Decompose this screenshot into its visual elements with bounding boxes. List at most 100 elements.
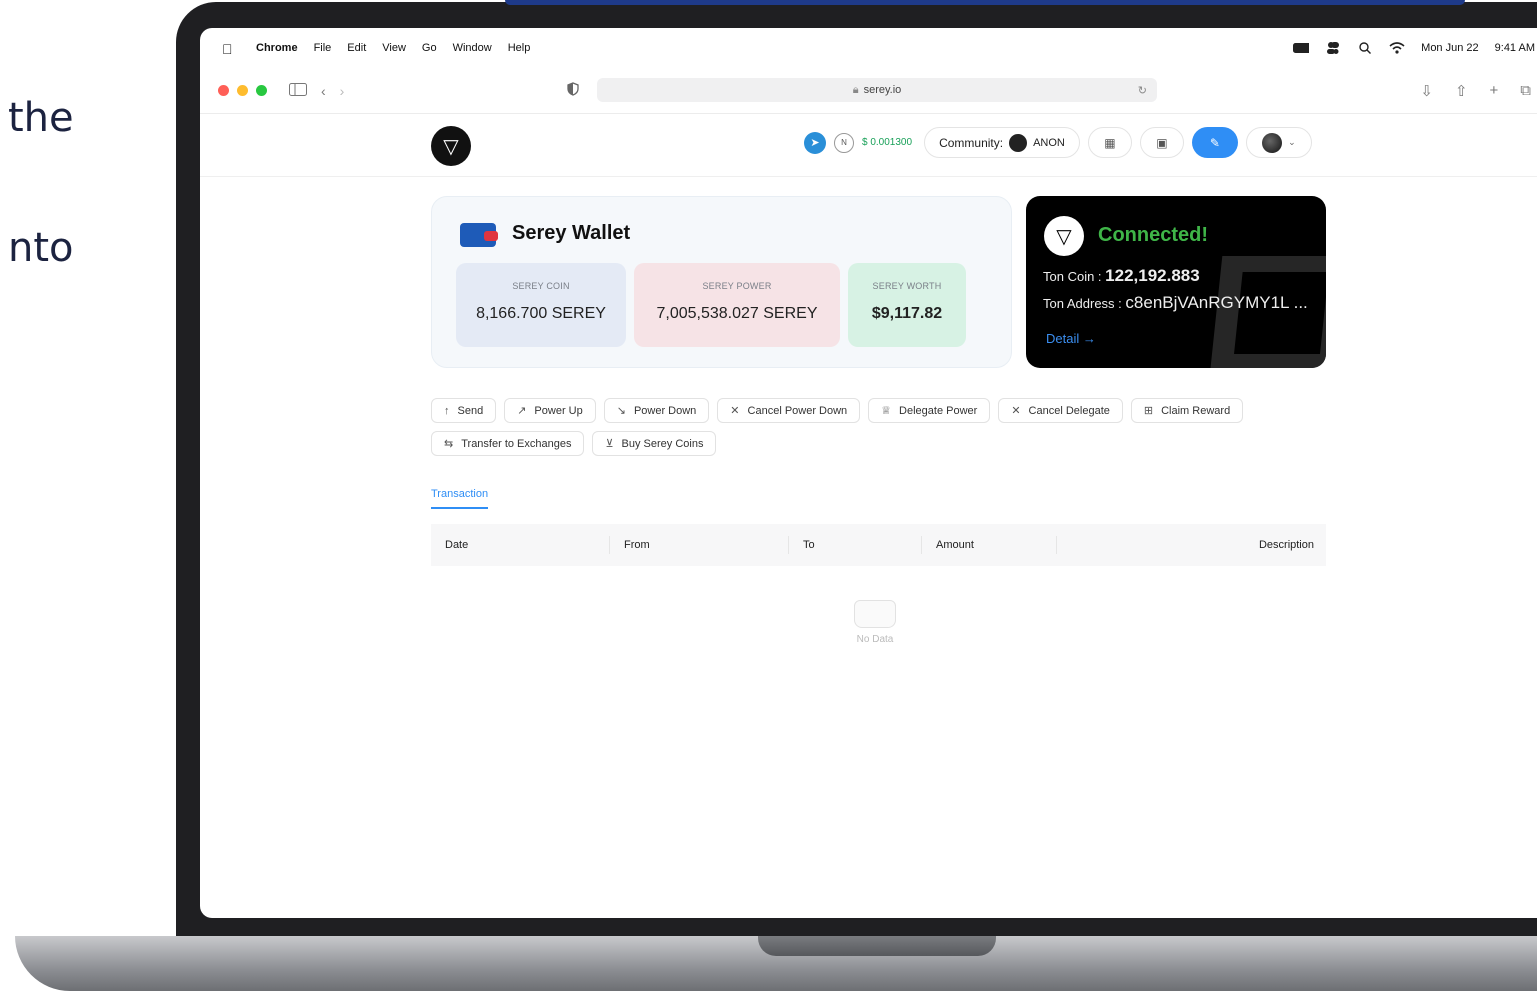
tabs-overview-icon[interactable]: ⧉: [1520, 82, 1531, 100]
menu-view[interactable]: View: [382, 42, 406, 54]
community-value: ANON: [1033, 136, 1065, 149]
window-close-button[interactable]: [218, 85, 229, 96]
cancel-power-down-button[interactable]: ✕ Cancel Power Down: [717, 398, 861, 423]
gift-icon: ⊞: [1143, 405, 1154, 417]
menu-window[interactable]: Window: [453, 42, 492, 54]
wallet-button[interactable]: ▣: [1139, 127, 1184, 158]
serey-coin-icon: N: [834, 132, 854, 153]
cart-icon: ⊻: [605, 438, 614, 450]
battery-icon[interactable]: [1293, 42, 1310, 54]
community-selector[interactable]: Community: ANON: [924, 127, 1080, 158]
detail-label: Detail: [1046, 331, 1080, 346]
stat-label: SEREY POWER: [702, 281, 772, 291]
close-icon: ✕: [1011, 405, 1021, 417]
address-bar[interactable]: 🔒︎ serey.io ↻: [597, 78, 1157, 102]
side-text-line2: nto: [8, 225, 74, 271]
trend-down-icon: ↘: [616, 405, 626, 417]
ton-logo-icon: ▽: [1044, 216, 1084, 256]
window-minimize-button[interactable]: [237, 85, 248, 96]
wifi-icon[interactable]: [1389, 42, 1405, 54]
buy-serey-coins-button[interactable]: ⊻ Buy Serey Coins: [592, 431, 717, 456]
download-icon[interactable]: ⇩: [1420, 82, 1433, 100]
wallet-heading: Serey Wallet: [460, 219, 630, 247]
stat-serey-power: SEREY POWER 7,005,538.027 SEREY: [634, 263, 840, 347]
wallet-title: Serey Wallet: [512, 221, 631, 244]
tab-transaction[interactable]: Transaction: [431, 488, 489, 509]
side-text-line1: the: [8, 95, 74, 141]
column-description: Description: [1258, 539, 1314, 551]
stat-serey-coin: SEREY COIN 8,166.700 SEREY: [456, 263, 626, 347]
wallet-icon: ▣: [1156, 135, 1168, 150]
stat-value: 7,005,538.027 SEREY: [656, 305, 818, 322]
control-center-icon[interactable]: [1325, 42, 1341, 54]
stat-value: $9,117.82: [871, 305, 943, 322]
mac-menu-bar:  Chrome File Edit View Go Window Help M…: [200, 28, 1537, 68]
create-post-button[interactable]: ✎: [1191, 127, 1238, 158]
cancel-delegate-button[interactable]: ✕ Cancel Delegate: [998, 398, 1123, 423]
ton-coin-value: 122,192.883: [1105, 266, 1200, 285]
menu-help[interactable]: Help: [508, 42, 531, 54]
share-icon[interactable]: ⇧: [1455, 82, 1468, 100]
column-from: From: [610, 524, 789, 566]
trend-up-icon: ↗: [517, 405, 527, 417]
action-label: Transfer to Exchanges: [461, 437, 572, 450]
ton-coin-label: Ton Coin :: [1043, 269, 1102, 284]
menu-edit[interactable]: Edit: [347, 42, 366, 54]
ton-address-label: Ton Address :: [1043, 296, 1122, 311]
swap-icon: ⇆: [444, 438, 454, 450]
action-label: Power Down: [633, 404, 697, 417]
menu-app-name[interactable]: Chrome: [256, 42, 298, 54]
qr-code-button[interactable]: ▦: [1087, 127, 1132, 158]
detail-link[interactable]: Detail →: [1046, 331, 1096, 346]
window-zoom-button[interactable]: [256, 85, 267, 96]
menu-time[interactable]: 9:41 AM: [1495, 42, 1535, 54]
new-tab-icon[interactable]: +: [1490, 82, 1499, 100]
header-actions: ➤ N $ 0.001300 Community: ANON ▦ ▣ ✎ ⌄: [804, 127, 1312, 158]
stat-serey-worth: SEREY WORTH $9,117.82: [848, 263, 966, 347]
site-header: ▽ ➤ N $ 0.001300 Community: ANON ▦ ▣ ✎ ⌄: [200, 115, 1537, 177]
action-label: Power Up: [534, 404, 583, 417]
close-icon: ✕: [730, 405, 740, 417]
action-label: Cancel Power Down: [747, 404, 848, 417]
transfer-to-exchanges-button[interactable]: ⇆ Transfer to Exchanges: [431, 431, 585, 456]
action-label: Cancel Delegate: [1028, 404, 1110, 417]
community-avatar: [1009, 133, 1028, 152]
stat-label: SEREY COIN: [512, 281, 570, 291]
toolbar-right-actions: ⇩ ⇧ + ⧉: [1420, 82, 1531, 100]
arrow-up-icon: ↑: [444, 404, 450, 417]
action-label: Claim Reward: [1161, 404, 1231, 417]
stat-label: SEREY WORTH: [872, 281, 942, 291]
send-button[interactable]: ↑ Send: [431, 398, 497, 423]
wallet-actions: ↑ Send ↗ Power Up ↘ Power Down ✕ Cancel Powe…: [431, 398, 1331, 456]
column-date: Date: [431, 524, 610, 566]
action-label: Delegate Power: [899, 404, 978, 417]
empty-state: No Data: [845, 600, 905, 645]
forward-icon[interactable]: ›: [340, 83, 345, 99]
reload-icon[interactable]: ↻: [1138, 84, 1147, 97]
sidebar-toggle-icon[interactable]: [289, 82, 307, 99]
apple-icon[interactable]: : [222, 41, 236, 57]
power-up-button[interactable]: ↗ Power Up: [504, 398, 596, 423]
delegate-power-button[interactable]: ♕ Delegate Power: [868, 398, 991, 423]
ton-logo-icon[interactable]: ▽: [431, 126, 471, 166]
laptop-notch: [758, 936, 996, 956]
avatar: [1262, 132, 1283, 153]
menu-date[interactable]: Mon Jun 22: [1421, 42, 1478, 54]
arrow-right-icon: →: [1082, 331, 1096, 346]
telegram-icon[interactable]: ➤: [804, 131, 826, 154]
shield-icon[interactable]: [567, 82, 579, 99]
trophy-icon: ♕: [881, 405, 892, 417]
transaction-table-header: Date From To Amount Description: [431, 524, 1326, 566]
spotlight-search-icon[interactable]: [1357, 42, 1373, 54]
coin-price: $ 0.001300: [862, 137, 913, 148]
back-icon[interactable]: ‹: [321, 83, 326, 99]
decorative-strip: [505, 0, 1465, 5]
claim-reward-button[interactable]: ⊞ Claim Reward: [1130, 398, 1244, 423]
url-text: serey.io: [863, 84, 902, 96]
menu-go[interactable]: Go: [422, 42, 437, 54]
profile-menu-button[interactable]: ⌄: [1245, 127, 1312, 158]
menu-file[interactable]: File: [314, 42, 332, 54]
power-down-button[interactable]: ↘ Power Down: [603, 398, 710, 423]
wallet-card: Serey Wallet SEREY COIN 8,166.700 SEREY …: [431, 196, 1012, 368]
connected-title: Connected!: [1098, 224, 1208, 246]
